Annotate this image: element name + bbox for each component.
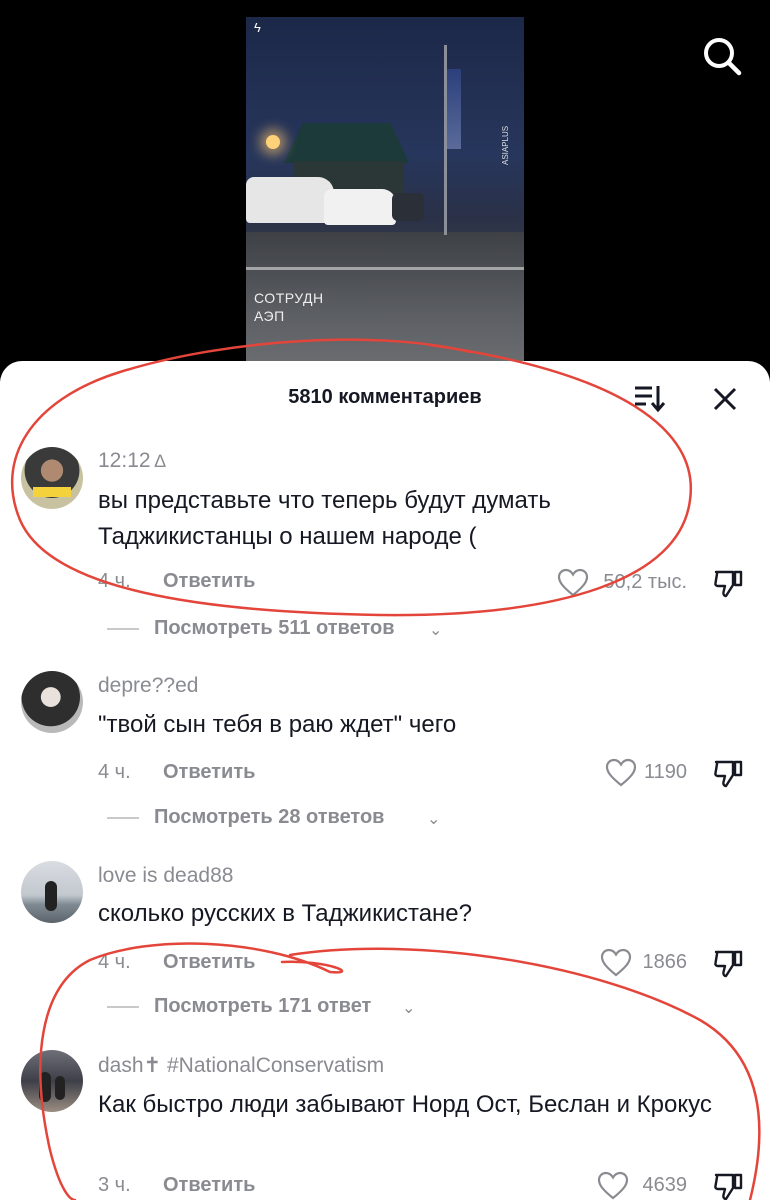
signature-icon: ∆: [154, 451, 166, 471]
view-replies-label: Посмотреть 171 ответ: [154, 995, 372, 1017]
video-player[interactable]: ϟ СОТРУДН АЭП ASIAPLUS: [0, 0, 770, 380]
close-icon: [713, 387, 737, 411]
view-replies-label: Посмотреть 511 ответов: [154, 617, 395, 639]
heart-icon: [557, 568, 589, 597]
comment-author[interactable]: love is dead88: [98, 864, 233, 888]
video-caption-line: СОТРУДН: [254, 290, 324, 306]
heart-icon: [597, 1171, 629, 1200]
comment-time: 4 ч.: [98, 570, 131, 592]
like-count: 50,2 тыс.: [603, 571, 687, 593]
dislike-button[interactable]: [711, 946, 745, 980]
like-button[interactable]: 1866: [600, 946, 687, 980]
sort-icon: [635, 386, 666, 413]
video-car: [324, 189, 396, 225]
reply-button[interactable]: Ответить: [163, 951, 255, 974]
video-watermark: ASIAPLUS: [501, 125, 510, 165]
sort-button[interactable]: [632, 383, 666, 413]
comment-text: вы представьте что теперь будут думать Т…: [98, 487, 551, 550]
avatar[interactable]: [21, 1050, 83, 1112]
comments-sheet: 5810 комментариев 12:12 ∆ вы представьте …: [0, 361, 770, 1200]
dislike-button[interactable]: [711, 566, 745, 600]
like-button[interactable]: 4639: [597, 1169, 687, 1200]
video-flag: [447, 69, 461, 149]
divider: [107, 1006, 139, 1008]
comment-author[interactable]: 12:12 ∆: [98, 449, 166, 473]
comments-header: 5810 комментариев: [0, 361, 770, 431]
dislike-button[interactable]: [711, 1169, 745, 1200]
video-road-line: [246, 267, 524, 270]
avatar[interactable]: [21, 861, 83, 923]
reply-button[interactable]: Ответить: [163, 761, 255, 784]
flash-icon: ϟ: [254, 20, 261, 35]
divider: [107, 628, 139, 630]
like-button[interactable]: 50,2 тыс.: [557, 566, 687, 600]
comment-text: "твой сын тебя в раю ждет" чего: [98, 711, 457, 738]
video-caption: СОТРУДН АЭП: [250, 287, 342, 327]
view-replies-label: Посмотреть 28 ответов: [154, 806, 385, 828]
video-caption-line: АЭП: [254, 308, 285, 324]
comment-time: 4 ч.: [98, 761, 131, 783]
comment-author[interactable]: depre??ed: [98, 674, 198, 698]
comment-text: сколько русских в Таджикистане?: [98, 900, 473, 927]
comment-time: 4 ч.: [98, 951, 131, 973]
reply-button[interactable]: Ответить: [163, 570, 255, 593]
thumbs-down-icon: [714, 570, 743, 598]
avatar[interactable]: [21, 671, 83, 733]
like-button[interactable]: 1190: [605, 756, 687, 790]
video-frame[interactable]: ϟ СОТРУДН АЭП ASIAPLUS: [246, 17, 524, 362]
like-count: 1190: [643, 761, 687, 783]
like-count: 1866: [642, 951, 688, 973]
dislike-button[interactable]: [711, 756, 745, 790]
video-light: [266, 135, 280, 149]
heart-icon: [600, 948, 632, 977]
reply-button[interactable]: Ответить: [163, 1174, 255, 1197]
search-button[interactable]: [700, 34, 744, 78]
heart-icon: [605, 758, 637, 787]
comment-text: Как быстро люди забывают Норд Ост, Бесла…: [98, 1091, 712, 1118]
close-button[interactable]: [708, 382, 742, 416]
like-count: 4639: [642, 1174, 688, 1196]
chevron-down-icon: ⌄: [427, 811, 441, 828]
thumbs-down-icon: [714, 1173, 743, 1200]
search-icon: [704, 38, 742, 76]
video-car: [392, 193, 424, 221]
video-car: [246, 177, 334, 223]
thumbs-down-icon: [714, 950, 743, 978]
chevron-down-icon: ⌄: [402, 1000, 416, 1017]
comment-time: 3 ч.: [98, 1174, 131, 1196]
thumbs-down-icon: [714, 760, 743, 788]
chevron-down-icon: ⌄: [429, 622, 443, 639]
divider: [107, 817, 139, 819]
comment-author-name: 12:12: [98, 449, 151, 472]
avatar[interactable]: [21, 447, 83, 509]
video-building-roof: [284, 123, 409, 163]
comment-author[interactable]: dash✝ #NationalConservatism: [98, 1053, 384, 1078]
